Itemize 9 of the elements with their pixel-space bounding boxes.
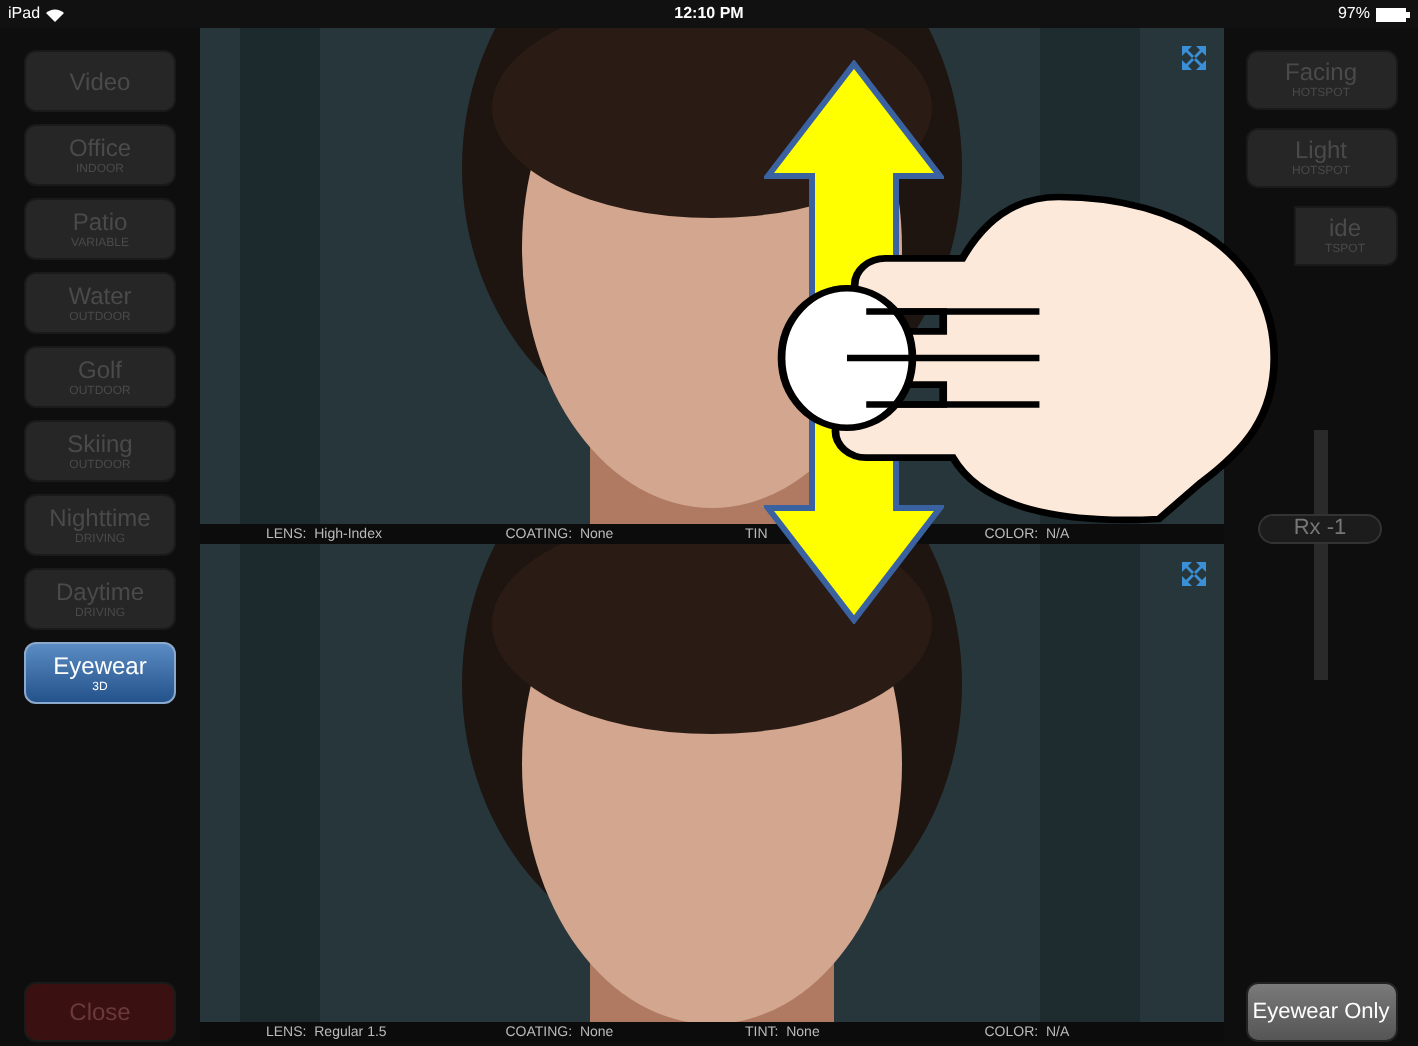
clock-time: 12:10 PM [674,2,744,26]
battery-percent: 97% [1337,2,1370,26]
fullscreen-icon[interactable] [1180,560,1208,588]
device-name: iPad [8,2,41,26]
fullscreen-icon[interactable] [1180,44,1208,72]
battery-icon [1376,7,1410,21]
eyewear-only-button[interactable]: Eyewear Only [1245,982,1397,1042]
rx-slider-thumb[interactable]: Rx -1 [1258,514,1382,544]
wifi-icon [46,7,65,21]
